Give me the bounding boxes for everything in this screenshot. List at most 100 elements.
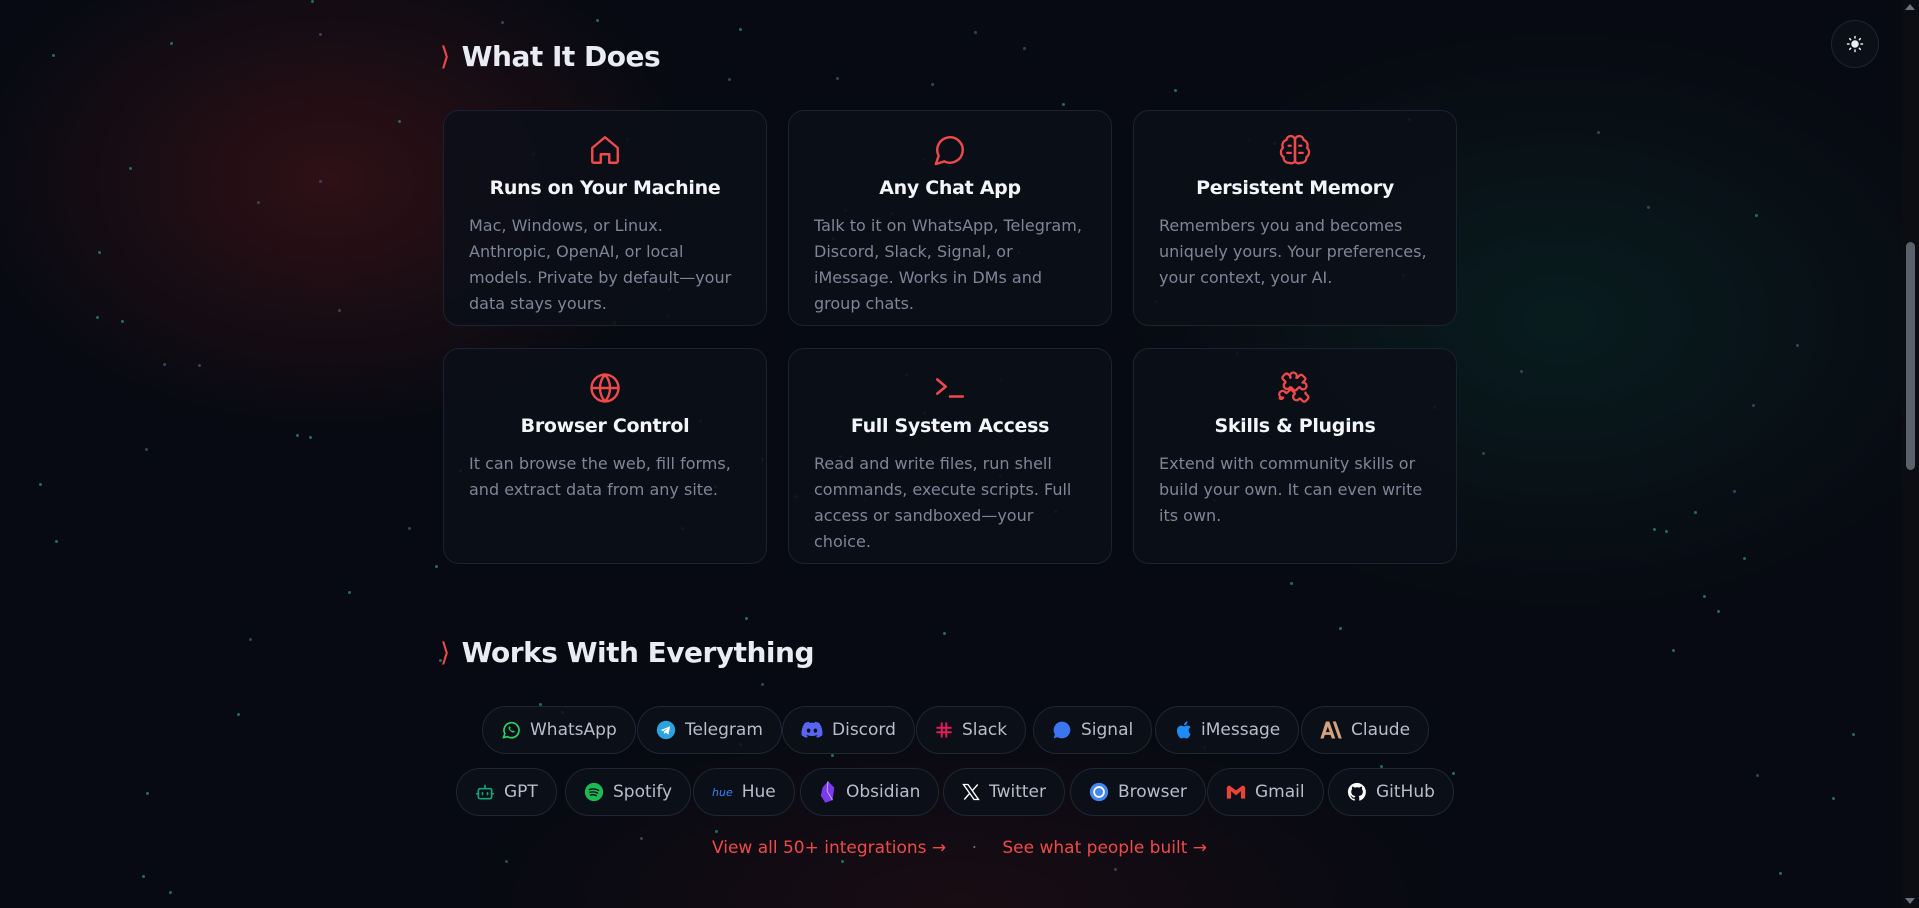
feature-card-browser-control: Browser Control It can browse the web, f… [443, 348, 767, 564]
feature-card-full-system-access: Full System Access Read and write files,… [788, 348, 1112, 564]
integration-chip-hue[interactable]: hue Hue [693, 768, 795, 816]
star-dot [1755, 214, 1758, 217]
star-dot [739, 28, 742, 31]
integration-label: Spotify [613, 782, 673, 802]
integration-chip-imessage[interactable]: iMessage [1155, 706, 1300, 754]
integration-label: Twitter [989, 782, 1046, 802]
home-icon [591, 136, 619, 164]
card-title: Any Chat App [879, 177, 1021, 199]
chevron-right-icon: ⟩ [440, 41, 450, 72]
card-title: Persistent Memory [1196, 177, 1394, 199]
integration-label: GPT [504, 782, 538, 802]
integration-chip-github[interactable]: GitHub [1328, 768, 1454, 816]
integration-chip-whatsapp[interactable]: WhatsApp [482, 706, 636, 754]
integration-label: Obsidian [846, 782, 921, 802]
scroll-up-arrow-icon[interactable] [1905, 4, 1915, 10]
star-dot [761, 683, 764, 686]
card-description: Mac, Windows, or Linux. Anthropic, OpenA… [469, 216, 732, 313]
star-dot [1653, 528, 1656, 531]
star-dot [121, 320, 124, 323]
star-dot [398, 120, 401, 123]
integration-label: iMessage [1201, 720, 1281, 740]
integration-chip-spotify[interactable]: Spotify [565, 768, 692, 816]
theme-toggle-button[interactable] [1831, 20, 1879, 68]
star-dot [1796, 344, 1799, 347]
github-icon [1347, 782, 1366, 801]
globe-icon [590, 373, 620, 403]
star-dot [1717, 610, 1720, 613]
view-all-integrations-link[interactable]: View all 50+ integrations → [712, 838, 946, 858]
chat-bubble-icon [934, 136, 964, 166]
integration-chip-discord[interactable]: Discord [782, 706, 915, 754]
x-icon [962, 783, 980, 801]
star-dot [1832, 797, 1835, 800]
star-dot [831, 754, 834, 757]
star-dot [98, 251, 101, 254]
star-dot [1290, 582, 1293, 585]
star-dot [501, 21, 504, 24]
card-description: Remembers you and becomes uniquely yours… [1159, 216, 1427, 287]
star-dot [1703, 595, 1706, 598]
sun-icon [1846, 35, 1864, 53]
integration-label: WhatsApp [530, 720, 617, 740]
integration-label: Signal [1081, 720, 1134, 740]
star-dot [319, 33, 322, 36]
star-dot [39, 483, 42, 486]
integration-chip-claude[interactable]: Claude [1301, 706, 1430, 754]
integration-chip-slack[interactable]: Slack [916, 706, 1027, 754]
signal-icon [1053, 721, 1071, 739]
slack-icon [936, 722, 952, 738]
showcase-link[interactable]: See what people built → [1002, 838, 1207, 858]
integration-label: Browser [1118, 782, 1187, 802]
card-description: Extend with community skills or build yo… [1159, 454, 1423, 525]
integration-chip-telegram[interactable]: Telegram [637, 706, 782, 754]
chrome-icon [1089, 782, 1109, 802]
card-title: Full System Access [850, 415, 1050, 437]
star-dot [249, 638, 252, 641]
star-dot [146, 792, 149, 795]
star-dot [142, 875, 145, 878]
spotify-icon [584, 782, 604, 802]
card-title: Runs on Your Machine [489, 177, 721, 199]
feature-card-persistent-memory: Persistent Memory Remembers you and beco… [1133, 110, 1457, 326]
page-scrollbar[interactable] [1902, 0, 1919, 908]
integration-chip-twitter[interactable]: Twitter [943, 768, 1065, 816]
link-separator: · [971, 838, 977, 858]
apple-icon [1176, 721, 1191, 739]
star-dot [1852, 733, 1855, 736]
star-dot [1174, 89, 1177, 92]
star-dot [1672, 649, 1675, 652]
scroll-down-arrow-icon[interactable] [1905, 898, 1915, 904]
star-dot [408, 527, 411, 530]
claude-icon [1320, 721, 1342, 739]
integration-chip-gmail[interactable]: Gmail [1207, 768, 1324, 816]
feature-card-any-chat-app: Any Chat App Talk to it on WhatsApp, Tel… [788, 110, 1112, 326]
telegram-icon [656, 720, 676, 740]
star-dot [163, 363, 166, 366]
star-dot [728, 78, 731, 81]
star-dot [257, 201, 260, 204]
integration-chip-signal[interactable]: Signal [1033, 706, 1153, 754]
star-dot [1743, 557, 1746, 560]
star-dot [296, 434, 299, 437]
section-heading-what-it-does: ⟩ What It Does [440, 40, 661, 73]
star-dot [198, 364, 201, 367]
star-dot [943, 632, 946, 635]
scrollbar-thumb[interactable] [1906, 242, 1915, 470]
card-title: Skills & Plugins [1214, 415, 1376, 437]
integration-label: Telegram [685, 720, 763, 740]
card-title: Browser Control [520, 415, 690, 437]
puzzle-icon [1278, 371, 1310, 403]
star-dot [1756, 774, 1759, 777]
terminal-icon [935, 378, 965, 398]
integration-label: Discord [832, 720, 896, 740]
star-dot [237, 713, 240, 716]
integration-chip-browser[interactable]: Browser [1070, 768, 1206, 816]
section-heading-works-with-everything: ⟩ Works With Everything [440, 636, 815, 669]
star-dot [1023, 47, 1026, 50]
star-dot [129, 167, 132, 170]
integration-chip-obsidian[interactable]: Obsidian [800, 768, 940, 816]
star-dot [170, 42, 173, 45]
section-title: What It Does [461, 40, 661, 73]
integration-chip-gpt[interactable]: GPT [456, 768, 557, 816]
